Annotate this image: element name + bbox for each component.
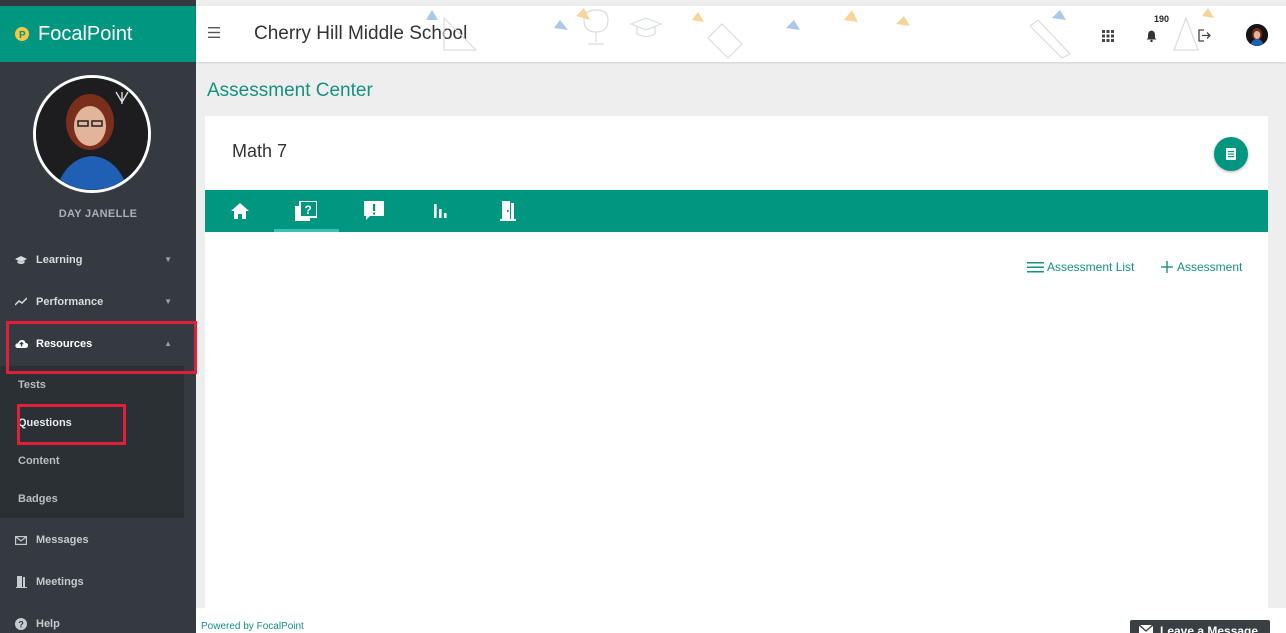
user-name: DAY JANELLE: [58, 208, 138, 220]
sidebar-item-help[interactable]: ? Help: [0, 604, 196, 633]
list-icon: [1027, 261, 1044, 273]
leave-message-label: Leave a Message: [1160, 624, 1259, 633]
add-assessment-label: Assessment: [1177, 260, 1243, 274]
envelope-icon: [14, 533, 28, 547]
bar-chart-icon: [434, 204, 447, 218]
apps-grid-icon[interactable]: [1102, 30, 1114, 42]
svg-text:P: P: [19, 30, 26, 41]
footer: Powered by FocalPoint Leave a Message: [196, 608, 1286, 633]
user-avatar[interactable]: [33, 75, 151, 193]
sidebar: P FocalPoint DAY JANELLE Learning ▼ Perf…: [0, 0, 196, 633]
powered-by-link[interactable]: Powered by FocalPoint: [201, 621, 304, 632]
top-bar: Cherry Hill Middle School 190: [196, 6, 1286, 62]
sidebar-item-label: Resources: [36, 338, 93, 350]
sidebar-subitem-questions[interactable]: Questions: [0, 404, 184, 442]
sidebar-subitem-badges[interactable]: Badges: [0, 480, 184, 518]
bell-icon[interactable]: [1146, 30, 1157, 42]
decorative-doodles: [196, 8, 1214, 59]
sidebar-item-label: Learning: [36, 254, 83, 266]
cloud-icon: [14, 337, 28, 351]
sidebar-item-label: Meetings: [36, 576, 84, 588]
course-title: Math 7: [232, 141, 288, 161]
course-menu-button[interactable]: [1214, 137, 1248, 171]
leave-message-button[interactable]: Leave a Message: [1130, 620, 1270, 633]
chevron-down-icon: ▼: [164, 297, 172, 306]
sidebar-subitem-label: Content: [18, 455, 60, 467]
brand[interactable]: P FocalPoint: [0, 6, 196, 62]
tab-home[interactable]: [207, 190, 273, 232]
envelope-icon: [1139, 625, 1153, 633]
chevron-down-icon: ▼: [164, 255, 172, 264]
svg-text:?: ?: [305, 203, 312, 217]
sidebar-item-label: Performance: [36, 296, 104, 308]
assessment-list-link[interactable]: Assessment List: [1027, 260, 1134, 274]
chart-line-icon: [14, 295, 28, 309]
tab-questions[interactable]: ?: [273, 190, 339, 232]
sidebar-item-performance[interactable]: Performance ▼: [0, 282, 196, 322]
home-icon: [231, 203, 249, 219]
tab-alerts[interactable]: [341, 190, 407, 232]
sidebar-subitem-label: Questions: [18, 417, 72, 429]
add-assessment-link[interactable]: Assessment: [1161, 260, 1242, 274]
tab-reports[interactable]: [408, 190, 474, 232]
door-icon: [14, 575, 28, 589]
sidebar-item-resources[interactable]: Resources ▲: [0, 324, 196, 364]
notification-count-badge: 190: [1154, 14, 1170, 24]
graduation-cap-icon: [14, 253, 28, 267]
focalpoint-logo-icon: P: [15, 27, 29, 41]
sidebar-item-learning[interactable]: Learning ▼: [0, 240, 196, 280]
page-title: Assessment Center: [207, 80, 373, 101]
plus-icon: [1161, 261, 1173, 273]
sidebar-item-label: Messages: [36, 534, 89, 546]
logout-icon[interactable]: [1198, 29, 1212, 42]
question-square-icon: ?: [295, 201, 317, 221]
list-document-icon: [1226, 148, 1236, 160]
exclamation-bubble-icon: [364, 201, 384, 220]
door-icon: [500, 201, 516, 221]
question-circle-icon: ?: [14, 617, 28, 631]
sidebar-subitem-tests[interactable]: Tests: [0, 366, 184, 404]
sidebar-subitem-label: Badges: [18, 493, 58, 505]
user-avatar-small[interactable]: [1246, 24, 1268, 46]
svg-text:?: ?: [18, 620, 24, 630]
tab-meetings[interactable]: [475, 190, 541, 232]
course-tab-bar: ?: [205, 190, 1268, 232]
chevron-up-icon: ▲: [164, 339, 172, 348]
course-card: Math 7 ? Assessment List Assessment: [205, 116, 1268, 608]
user-photo: [36, 78, 148, 190]
assessment-list-label: Assessment List: [1047, 260, 1135, 274]
sidebar-subitem-label: Tests: [18, 379, 46, 391]
sidebar-subitem-content[interactable]: Content: [0, 442, 184, 480]
sidebar-item-messages[interactable]: Messages: [0, 520, 196, 560]
brand-name: FocalPoint: [38, 22, 133, 45]
sidebar-item-meetings[interactable]: Meetings: [0, 562, 196, 602]
sidebar-item-label: Help: [36, 618, 60, 630]
